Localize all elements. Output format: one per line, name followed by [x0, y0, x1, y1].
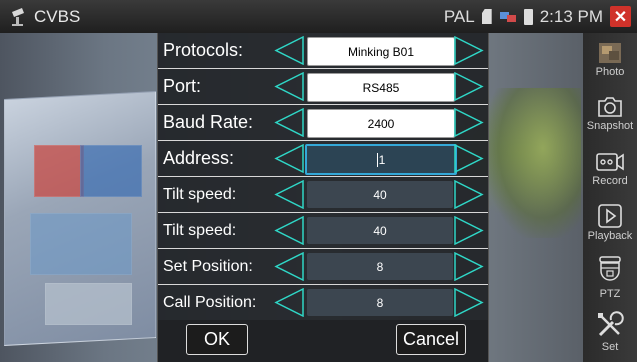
row-label: Address: — [163, 148, 235, 168]
ptz-settings-dialog: Protocols: Minking B01 Port: RS485 Baud … — [157, 33, 489, 362]
sidebar-item-label: Set — [601, 341, 619, 353]
sd-card-icon — [481, 9, 492, 24]
sidebar-item-playback[interactable]: Playback — [583, 203, 637, 242]
network-icon — [499, 10, 517, 24]
sidebar-item-label: Record — [592, 175, 628, 187]
arrow-left-icon[interactable] — [274, 36, 304, 65]
port-value[interactable]: RS485 — [307, 73, 455, 102]
record-icon — [596, 153, 624, 171]
address-row: Address: 1 — [158, 141, 488, 177]
app-title: CVBS — [34, 6, 81, 26]
row-label: Tilt speed: — [163, 186, 237, 203]
arrow-left-icon[interactable] — [274, 180, 304, 209]
video-standard: PAL — [443, 6, 475, 26]
text-caret — [376, 152, 378, 167]
call-position-value[interactable]: 8 — [307, 289, 453, 316]
tools-icon — [598, 311, 624, 337]
tilt-speed-row: Tilt speed: 40 — [158, 213, 488, 249]
sidebar-item-photo[interactable]: Photo — [583, 41, 637, 78]
camera-icon — [8, 6, 30, 28]
sidebar-item-ptz[interactable]: PTZ — [583, 255, 637, 300]
sidebar-item-label: PTZ — [599, 288, 621, 300]
protocols-value[interactable]: Minking B01 — [307, 37, 455, 66]
arrow-left-icon[interactable] — [274, 288, 304, 317]
set-position-row: Set Position: 8 — [158, 249, 488, 285]
arrow-left-icon[interactable] — [274, 252, 304, 281]
baud-rate-row: Baud Rate: 2400 — [158, 105, 488, 141]
wall-poster — [45, 283, 132, 325]
arrow-left-icon[interactable] — [274, 72, 304, 101]
wall-poster — [34, 145, 84, 197]
arrow-left-icon[interactable] — [274, 216, 304, 245]
set-position-value[interactable]: 8 — [307, 253, 453, 280]
arrow-left-icon[interactable] — [274, 144, 304, 173]
tilt-speed-value[interactable]: 40 — [307, 181, 453, 208]
port-row: Port: RS485 — [158, 69, 488, 105]
tilt-speed-value[interactable]: 40 — [307, 217, 453, 244]
cancel-button[interactable]: Cancel — [396, 324, 466, 355]
sidebar-item-label: Playback — [587, 230, 633, 242]
call-position-row: Call Position: 8 — [158, 285, 488, 321]
battery-icon — [523, 8, 533, 25]
address-input[interactable]: 1 — [305, 144, 457, 175]
row-label: Port: — [163, 76, 202, 96]
photo-icon — [599, 43, 621, 63]
arrow-right-icon[interactable] — [454, 180, 484, 209]
tilt-speed-row: Tilt speed: 40 — [158, 177, 488, 213]
row-label: Baud Rate: — [163, 112, 254, 132]
arrow-right-icon[interactable] — [454, 72, 484, 101]
row-label: Set Position: — [163, 258, 253, 275]
arrow-right-icon[interactable] — [454, 288, 484, 317]
close-button[interactable]: ✕ — [610, 6, 631, 27]
address-value: 1 — [378, 152, 386, 167]
arrow-right-icon[interactable] — [454, 36, 484, 65]
sidebar-item-snapshot[interactable]: Snapshot — [583, 95, 637, 132]
dialog-buttons: OK Cancel — [158, 320, 488, 362]
camera-icon — [598, 97, 622, 117]
protocols-row: Protocols: Minking B01 — [158, 33, 488, 69]
plant — [486, 88, 581, 238]
wall-poster — [30, 213, 132, 275]
sidebar-item-label: Snapshot — [586, 120, 634, 132]
sidebar: Photo Snapshot Record Playback PTZ Set — [583, 33, 637, 362]
row-label: Call Position: — [163, 294, 257, 311]
row-label: Protocols: — [163, 40, 244, 60]
arrow-right-icon[interactable] — [454, 216, 484, 245]
arrow-right-icon[interactable] — [454, 144, 484, 173]
play-icon — [598, 204, 622, 228]
wall-poster — [80, 145, 142, 197]
sidebar-item-set[interactable]: Set — [583, 310, 637, 353]
clock: 2:13 PM — [539, 6, 603, 26]
ptz-camera-icon — [599, 256, 621, 281]
row-label: Tilt speed: — [163, 222, 237, 239]
sidebar-item-record[interactable]: Record — [583, 150, 637, 187]
close-icon: ✕ — [613, 8, 628, 26]
arrow-left-icon[interactable] — [274, 108, 304, 137]
arrow-right-icon[interactable] — [454, 252, 484, 281]
baud-rate-value[interactable]: 2400 — [307, 109, 455, 138]
arrow-right-icon[interactable] — [454, 108, 484, 137]
status-bar: CVBS PAL 2:13 PM ✕ — [0, 0, 637, 33]
sidebar-item-label: Photo — [595, 66, 625, 78]
ok-button[interactable]: OK — [186, 324, 248, 355]
